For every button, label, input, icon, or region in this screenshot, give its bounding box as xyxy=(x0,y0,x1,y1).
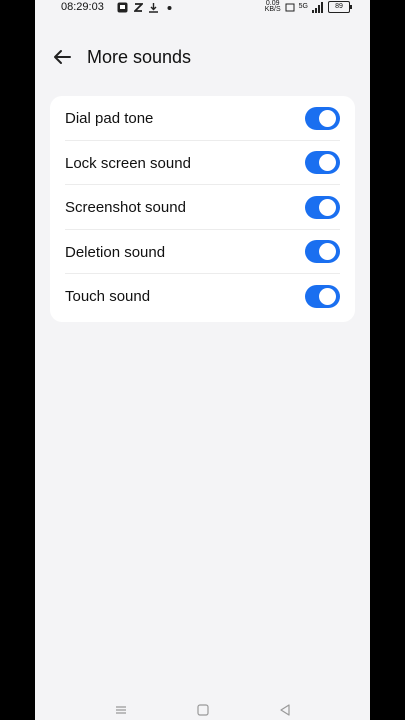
download-icon xyxy=(149,3,158,13)
home-icon[interactable] xyxy=(196,703,210,717)
app-notification-icon xyxy=(117,2,128,13)
navigation-bar xyxy=(35,700,370,720)
status-bar: 08:29:03 0.09 KB/S 5G 89 xyxy=(35,0,370,16)
setting-row-screenshot-sound[interactable]: Screenshot sound xyxy=(50,185,355,230)
status-time: 08:29:03 xyxy=(61,1,104,13)
lock-screen-sound-toggle[interactable] xyxy=(305,151,340,175)
setting-label: Screenshot sound xyxy=(65,199,186,217)
z-app-icon xyxy=(134,3,143,12)
dial-pad-tone-toggle[interactable] xyxy=(305,106,340,130)
toggle-knob xyxy=(319,287,336,305)
deletion-sound-toggle[interactable] xyxy=(305,240,340,264)
menu-icon[interactable] xyxy=(114,703,128,717)
toggle-knob xyxy=(319,154,336,172)
page-title: More sounds xyxy=(87,47,192,67)
signal-bars-icon xyxy=(312,1,323,13)
setting-row-touch-sound[interactable]: Touch sound xyxy=(50,274,355,319)
status-right: 0.09 KB/S 5G 89 xyxy=(264,0,352,13)
more-notifications-dot-icon xyxy=(167,6,172,10)
volte-icon xyxy=(285,3,295,11)
setting-label: Touch sound xyxy=(65,288,151,306)
net-speed-unit: KB/S xyxy=(264,6,281,13)
setting-row-deletion-sound[interactable]: Deletion sound xyxy=(50,230,355,275)
toggle-knob xyxy=(319,109,336,127)
setting-row-dial-pad-tone[interactable]: Dial pad tone xyxy=(50,96,355,141)
setting-label: Lock screen sound xyxy=(65,154,191,172)
signal-type: 5G xyxy=(298,3,308,10)
arrow-left-icon[interactable] xyxy=(51,46,73,68)
toggle-knob xyxy=(319,198,336,216)
settings-card: Dial pad tone Lock screen sound Screensh… xyxy=(50,96,355,322)
setting-label: Dial pad tone xyxy=(65,110,154,127)
toggle-knob xyxy=(319,243,336,261)
back-triangle-icon[interactable] xyxy=(278,703,292,717)
setting-row-lock-screen-sound[interactable]: Lock screen sound xyxy=(50,141,355,186)
header: More sounds xyxy=(35,38,370,78)
touch-sound-toggle[interactable] xyxy=(305,284,340,308)
network-speed: 0.09 KB/S xyxy=(264,0,281,13)
phone-screen: 08:29:03 0.09 KB/S 5G 89 More sounds Dia… xyxy=(35,0,370,720)
screenshot-sound-toggle[interactable] xyxy=(305,195,340,219)
setting-label: Deletion sound xyxy=(65,243,166,261)
battery-indicator: 89 xyxy=(328,1,352,13)
